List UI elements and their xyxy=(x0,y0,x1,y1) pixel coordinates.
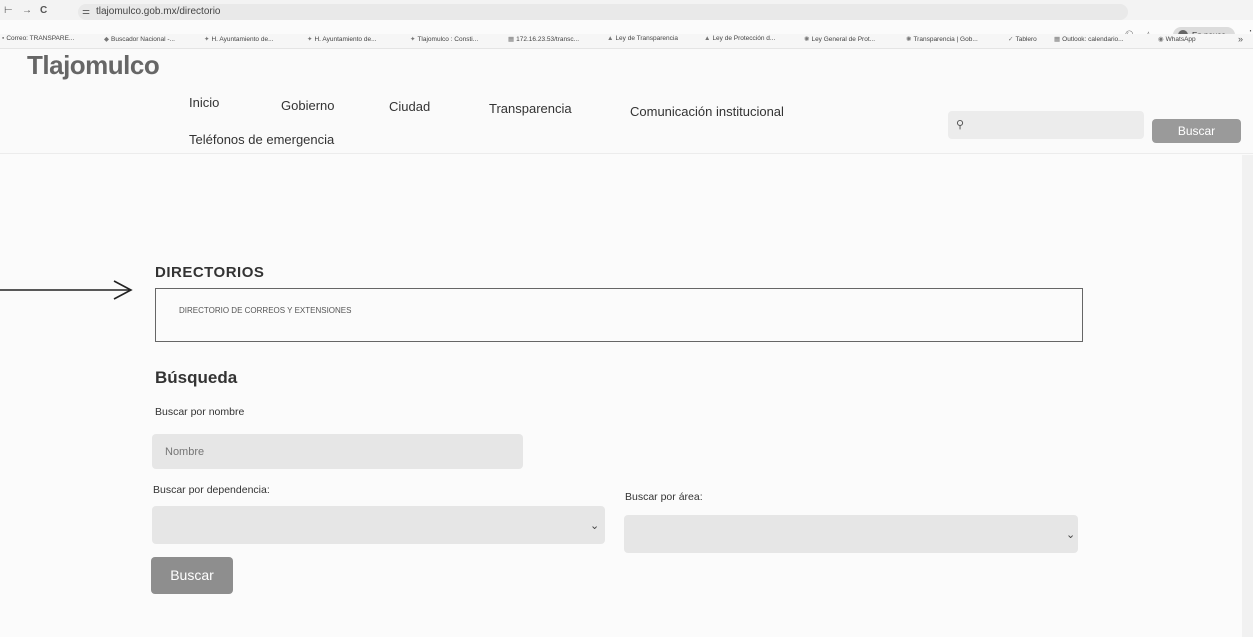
site-info-icon[interactable]: ⚌ xyxy=(82,6,90,17)
site-logo[interactable]: Tlajomulco xyxy=(27,50,160,81)
bookmark-item[interactable]: ▲ Ley de Protección d... xyxy=(704,35,775,42)
browser-toolbar: ⊢ → C ⚌ tlajomulco.gob.mx/directorio xyxy=(0,0,1253,20)
address-bar[interactable] xyxy=(78,4,1128,20)
annotation-arrow-icon xyxy=(0,280,133,300)
area-label: Buscar por área: xyxy=(625,491,703,503)
name-label: Buscar por nombre xyxy=(155,406,245,418)
bookmark-icon: ▪ xyxy=(2,35,5,42)
search-heading: Búsqueda xyxy=(155,368,238,387)
section-title: DIRECTORIOS xyxy=(155,264,265,281)
bookmark-item[interactable]: ▲ Ley de Transparencia xyxy=(607,35,678,42)
name-search-input[interactable] xyxy=(152,434,523,469)
search-submit-button[interactable]: Buscar xyxy=(151,557,233,594)
bookmark-item[interactable]: ▦ 172.16.23.53/transc... xyxy=(508,35,579,43)
bookmark-icon: ✺ xyxy=(804,36,810,43)
bookmark-icon: ✦ xyxy=(307,36,313,43)
nav-inicio[interactable]: Inicio xyxy=(189,95,219,110)
bookmark-icon: ◆ xyxy=(104,36,109,43)
header-search-input[interactable] xyxy=(948,111,1144,139)
url-text[interactable]: tlajomulco.gob.mx/directorio xyxy=(96,6,221,17)
search-icon: ⚲ xyxy=(956,119,965,131)
bookmark-icon: ✓ xyxy=(1008,36,1014,43)
bookmark-item[interactable]: ▦ Outlook: calendario... xyxy=(1054,35,1124,43)
bookmark-icon: ▲ xyxy=(704,35,711,42)
dependencia-label: Buscar por dependencia: xyxy=(153,484,270,496)
bookmark-icon: ▦ xyxy=(1054,36,1061,43)
header-search-button[interactable]: Buscar xyxy=(1152,119,1241,143)
bookmark-icon: ✦ xyxy=(410,36,416,43)
bookmark-item[interactable]: ✓ Tablero xyxy=(1008,35,1037,43)
bookmark-item[interactable]: ✺ Transparencia | Gob... xyxy=(906,35,978,43)
page-scrollbar[interactable] xyxy=(1242,155,1253,637)
reload-icon[interactable]: C xyxy=(40,6,47,16)
bookmark-item[interactable]: ✦ H. Ayuntamiento de... xyxy=(204,35,273,43)
bookmark-item[interactable]: ✦ H. Ayuntamiento de... xyxy=(307,35,376,43)
dependencia-select[interactable] xyxy=(152,506,605,544)
bookmarks-bar: ▪ Correo: TRANSPARE... ◆ Buscador Nacional… xyxy=(0,34,1253,49)
bookmark-item[interactable]: ✺ Ley General de Prot... xyxy=(804,35,875,43)
bookmark-icon: ✦ xyxy=(204,36,210,43)
bookmark-icon: ◉ xyxy=(1158,36,1164,43)
bookmark-icon: ▲ xyxy=(607,35,614,42)
bookmark-icon: ✺ xyxy=(906,36,912,43)
chevron-down-icon: ⌄ xyxy=(1066,529,1076,541)
nav-transparencia[interactable]: Transparencia xyxy=(489,101,572,116)
bookmark-item[interactable]: ✦ Tlajomulco : Consti... xyxy=(410,35,478,43)
directory-list: DIRECTORIO DE CORREOS Y EXTENSIONES xyxy=(155,288,1083,342)
bookmark-icon: ▦ xyxy=(508,36,515,43)
directory-link[interactable]: DIRECTORIO DE CORREOS Y EXTENSIONES xyxy=(179,306,351,315)
more-bookmarks-icon[interactable]: » xyxy=(1238,34,1243,44)
nav-comunicacion[interactable]: Comunicación institucional xyxy=(630,104,784,119)
bookmark-item[interactable]: ◆ Buscador Nacional -... xyxy=(104,35,175,43)
area-select[interactable] xyxy=(624,515,1078,553)
forward-icon[interactable]: → xyxy=(22,6,32,16)
bookmark-item[interactable]: ▪ Correo: TRANSPARE... xyxy=(2,35,74,42)
back-icon[interactable]: ⊢ xyxy=(4,6,13,16)
nav-gobierno[interactable]: Gobierno xyxy=(281,98,334,113)
bookmark-item[interactable]: ◉ WhatsApp xyxy=(1158,35,1196,43)
nav-telefonos[interactable]: Teléfonos de emergencia xyxy=(189,132,334,147)
chevron-down-icon: ⌄ xyxy=(590,520,600,532)
nav-ciudad[interactable]: Ciudad xyxy=(389,99,430,114)
